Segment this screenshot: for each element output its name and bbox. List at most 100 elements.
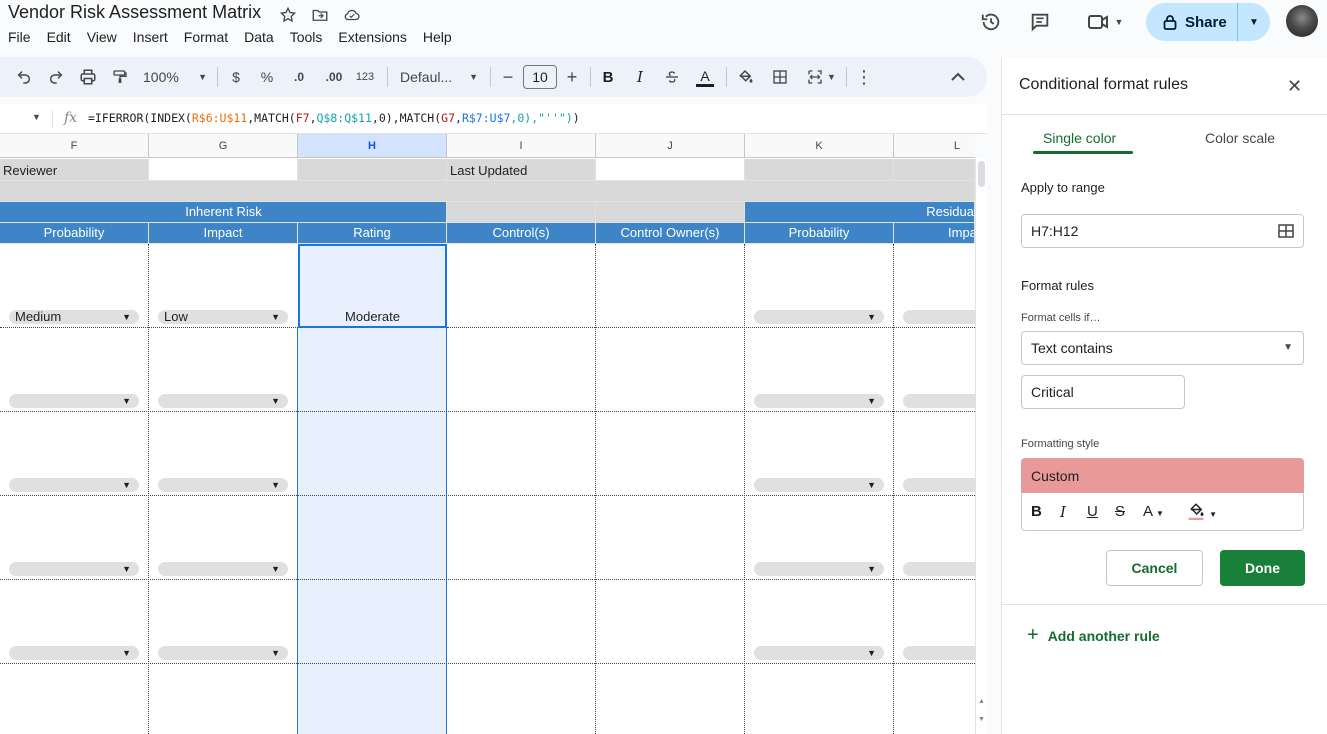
grid-cell[interactable] — [447, 202, 596, 223]
spreadsheet-grid[interactable]: F G H I J K L Reviewer Last Updated Inhe… — [0, 134, 975, 734]
menu-help[interactable]: Help — [423, 29, 452, 45]
scroll-down-icon[interactable]: ▼ — [978, 716, 985, 723]
name-box-dropdown-icon[interactable]: ▼ — [32, 112, 41, 122]
menu-view[interactable]: View — [87, 29, 117, 45]
grid-cell[interactable] — [894, 159, 975, 181]
impact-dropdown[interactable]: ▼ — [158, 562, 288, 576]
currency-format-button[interactable]: $ — [228, 65, 244, 89]
grid-cell[interactable] — [596, 202, 745, 223]
redo-icon[interactable] — [46, 65, 66, 89]
column-header-g[interactable]: G — [149, 134, 298, 158]
merge-cells-icon[interactable]: ▼ — [803, 65, 839, 89]
menu-file[interactable]: File — [8, 29, 31, 45]
strikethrough-icon[interactable] — [662, 65, 682, 89]
residual-risk-header[interactable]: Residua — [894, 202, 975, 223]
probability-dropdown[interactable]: ▼ — [9, 478, 139, 492]
residual-impact-dropdown[interactable] — [903, 562, 975, 576]
menu-tools[interactable]: Tools — [290, 29, 323, 45]
range-input[interactable]: H7:H12 — [1021, 214, 1304, 248]
column-header-f[interactable]: F — [0, 134, 149, 158]
avatar[interactable] — [1286, 5, 1318, 37]
cloud-saved-icon[interactable] — [341, 4, 363, 26]
last-updated-label[interactable]: Last Updated — [447, 159, 596, 181]
residual-probability-dropdown[interactable]: ▼ — [754, 478, 884, 492]
column-header-j[interactable]: J — [596, 134, 745, 158]
probability-dropdown[interactable]: Medium ▼ — [9, 310, 139, 324]
header-residual-probability[interactable]: Probability — [745, 223, 894, 244]
grid-cell[interactable] — [745, 202, 894, 223]
residual-impact-dropdown[interactable] — [903, 478, 975, 492]
grid-cell[interactable] — [298, 159, 447, 181]
grid-cell[interactable] — [745, 159, 894, 181]
close-icon[interactable]: ✕ — [1287, 76, 1302, 97]
increase-font-size-button[interactable]: + — [564, 65, 580, 89]
font-select[interactable]: Defaul... ▼ — [400, 65, 478, 89]
version-history-icon[interactable] — [978, 9, 1004, 35]
style-fill-color-button[interactable]: ▼ — [1187, 501, 1217, 525]
scrollbar-thumb[interactable] — [978, 161, 985, 187]
impact-dropdown[interactable]: ▼ — [158, 394, 288, 408]
style-underline-button[interactable]: U — [1087, 503, 1098, 520]
formatting-style-select[interactable]: Custom — [1021, 458, 1304, 493]
borders-icon[interactable] — [769, 65, 791, 89]
header-residual-impact[interactable]: Impa — [894, 223, 975, 244]
comments-icon[interactable] — [1027, 9, 1053, 35]
reviewer-value-cell[interactable] — [149, 159, 298, 181]
residual-impact-dropdown[interactable] — [903, 646, 975, 660]
residual-impact-dropdown[interactable] — [903, 310, 975, 324]
scroll-up-icon[interactable]: ▲ — [978, 698, 985, 705]
header-rating[interactable]: Rating — [298, 223, 447, 244]
vertical-scrollbar[interactable]: ▲ ▼ — [975, 158, 987, 734]
column-header-k[interactable]: K — [745, 134, 894, 158]
meet-icon[interactable]: ▼ — [1082, 9, 1128, 35]
print-icon[interactable] — [77, 65, 99, 89]
style-text-color-button[interactable]: A ▼ — [1143, 503, 1164, 520]
last-updated-value-cell[interactable] — [596, 159, 745, 181]
style-bold-button[interactable]: B — [1031, 503, 1042, 520]
add-another-rule-button[interactable]: + Add another rule — [1027, 624, 1160, 647]
text-color-button[interactable]: A — [694, 65, 716, 89]
style-strikethrough-button[interactable]: S — [1115, 503, 1125, 520]
fill-color-icon[interactable] — [735, 65, 755, 89]
probability-dropdown[interactable]: ▼ — [9, 646, 139, 660]
share-dropdown-icon[interactable]: ▼ — [1238, 17, 1270, 28]
menu-edit[interactable]: Edit — [47, 29, 71, 45]
active-cell-h7[interactable]: Moderate — [298, 244, 447, 328]
impact-dropdown[interactable]: ▼ — [158, 646, 288, 660]
column-header-l[interactable]: L — [894, 134, 975, 158]
condition-value-input[interactable]: Critical — [1021, 375, 1185, 409]
formula-input[interactable]: =IFERROR(INDEX(R$6:U$11,MATCH(F7,Q$8:Q$1… — [88, 111, 580, 125]
probability-dropdown[interactable]: ▼ — [9, 394, 139, 408]
spacer-row[interactable] — [0, 181, 975, 202]
font-size-input[interactable]: 10 — [523, 65, 557, 89]
condition-select[interactable]: Text contains ▼ — [1021, 331, 1304, 365]
column-header-h[interactable]: H — [298, 134, 447, 158]
done-button[interactable]: Done — [1220, 550, 1305, 586]
menu-format[interactable]: Format — [184, 29, 228, 45]
reviewer-label[interactable]: Reviewer — [0, 159, 149, 181]
meet-dropdown-icon[interactable]: ▼ — [1115, 17, 1124, 27]
column-header-i[interactable]: I — [447, 134, 596, 158]
probability-dropdown[interactable]: ▼ — [9, 562, 139, 576]
residual-probability-dropdown[interactable]: ▼ — [754, 562, 884, 576]
select-range-icon[interactable] — [1278, 223, 1294, 239]
more-options-icon[interactable]: ⋮ — [855, 65, 873, 89]
bold-button[interactable]: B — [600, 65, 616, 89]
menu-data[interactable]: Data — [244, 29, 274, 45]
star-icon[interactable] — [277, 4, 299, 26]
menu-extensions[interactable]: Extensions — [338, 29, 406, 45]
tab-color-scale[interactable]: Color scale — [1205, 130, 1275, 146]
paint-format-icon[interactable] — [109, 65, 131, 89]
zoom-select[interactable]: 100% ▼ — [143, 65, 207, 89]
decrease-decimal-button[interactable]: .0 — [288, 65, 310, 89]
residual-impact-dropdown[interactable] — [903, 394, 975, 408]
grid-cell[interactable] — [298, 202, 447, 223]
header-controls[interactable]: Control(s) — [447, 223, 596, 244]
inherent-risk-header[interactable]: Inherent Risk — [149, 202, 298, 223]
tab-single-color[interactable]: Single color — [1043, 130, 1116, 146]
style-italic-button[interactable]: I — [1060, 503, 1066, 521]
move-folder-icon[interactable] — [309, 4, 331, 26]
share-button[interactable]: Share ▼ — [1146, 3, 1270, 41]
increase-decimal-button[interactable]: .00 — [320, 65, 348, 89]
impact-dropdown[interactable]: ▼ — [158, 478, 288, 492]
